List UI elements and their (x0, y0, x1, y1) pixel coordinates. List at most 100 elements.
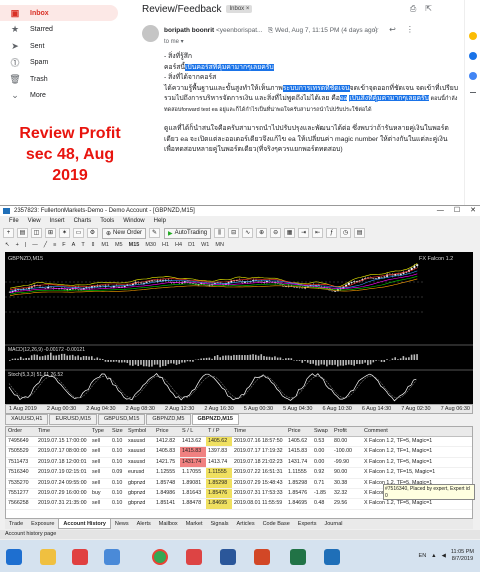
autotrading-button[interactable]: ▶AutoTrading (164, 228, 211, 239)
app-icon-1[interactable] (72, 549, 88, 565)
data-window-icon[interactable]: ⊞ (45, 228, 56, 238)
volume-icon[interactable]: ◀ (442, 553, 446, 559)
print-icon[interactable]: ⎙ (410, 4, 416, 14)
market-watch-icon[interactable]: ◫ (31, 228, 42, 238)
timeframe-mn[interactable]: MN (215, 242, 224, 248)
table-row[interactable]: 74956492019.07.15 17:00:00sell0.10xauusd… (6, 437, 472, 447)
sidebar-item-starred[interactable]: ★Starred (0, 22, 122, 38)
autoscroll-icon[interactable]: ⇥ (298, 228, 309, 238)
timeframe-m15[interactable]: M15 (129, 242, 140, 248)
keep-icon[interactable] (469, 32, 477, 40)
cursor-icon[interactable]: ↖ (5, 242, 10, 248)
chart-tab[interactable]: GBPNZD,M5 (146, 414, 190, 425)
menu-insert[interactable]: Insert (50, 218, 65, 224)
chrome-icon[interactable] (152, 549, 168, 565)
terminal-tab-mailbox[interactable]: Mailbox (155, 519, 182, 529)
column-header-8[interactable]: Time (232, 427, 286, 436)
chart-tab[interactable]: XAUUSD,H1 (5, 414, 48, 425)
table-row[interactable]: 75055292019.07.17 08:00:00sell0.10xauusd… (6, 447, 472, 457)
sidebar-item-spam[interactable]: ⓵Spam (0, 55, 122, 71)
column-header-6[interactable]: S / L (180, 427, 206, 436)
excel-icon[interactable] (290, 549, 306, 565)
word-icon[interactable] (220, 549, 236, 565)
tasks-icon[interactable] (469, 52, 477, 60)
sidebar-item-trash[interactable]: 🗑Trash (0, 71, 122, 87)
tester-icon[interactable]: ⚙ (87, 228, 98, 238)
menu-tools[interactable]: Tools (100, 218, 114, 224)
column-header-5[interactable]: Price (154, 427, 180, 436)
app-icon-2[interactable] (104, 549, 120, 565)
timeframe-d1[interactable]: D1 (188, 242, 195, 248)
menu-help[interactable]: Help (154, 218, 166, 224)
clock[interactable]: 11:05 PM 8/7/2019 (451, 549, 474, 563)
menu-window[interactable]: Window (123, 218, 144, 224)
timeframe-w1[interactable]: W1 (201, 242, 209, 248)
timeframe-m30[interactable]: M30 (145, 242, 156, 248)
timeframe-h1[interactable]: H1 (162, 242, 169, 248)
more-options-icon[interactable]: ⋮ (406, 25, 414, 34)
inbox-label-chip[interactable]: Inbox × (226, 5, 252, 13)
terminal-tab-trade[interactable]: Trade (5, 519, 27, 529)
bar-chart-icon[interactable]: ⫼ (214, 228, 225, 238)
powerpoint-icon[interactable] (254, 549, 270, 565)
column-header-11[interactable]: Profit (332, 427, 362, 436)
column-header-0[interactable]: Order (6, 427, 36, 436)
terminal-tab-market[interactable]: Market (182, 519, 207, 529)
sidebar-item-sent[interactable]: ➤Sent (0, 38, 122, 54)
metatrader-icon[interactable] (324, 549, 340, 565)
text-icon[interactable]: A (72, 242, 76, 248)
terminal-tab-code-base[interactable]: Code Base (259, 519, 294, 529)
line-chart-icon[interactable]: ∿ (242, 228, 253, 238)
file-explorer-icon[interactable] (40, 549, 56, 565)
terminal-tab-account-history[interactable]: Account History (58, 519, 110, 529)
terminal-tab-exposure[interactable]: Exposure (27, 519, 58, 529)
column-header-1[interactable]: Time (36, 427, 90, 436)
new-chart-icon[interactable]: + (3, 228, 14, 238)
trendline-icon[interactable]: ╱ (44, 242, 47, 248)
recipient-toggle[interactable]: to me ▾ (164, 38, 184, 45)
templates-icon[interactable]: ▤ (354, 228, 365, 238)
profiles-icon[interactable]: ▤ (17, 228, 28, 238)
terminal-tab-news[interactable]: News (111, 519, 133, 529)
menu-view[interactable]: View (28, 218, 41, 224)
reply-icon[interactable]: ↩ (389, 25, 396, 34)
menu-file[interactable]: File (9, 218, 19, 224)
table-row[interactable]: 75114732019.07.18 12:00:01sell0.10xauusd… (6, 458, 472, 468)
maximize-icon[interactable]: ☐ (454, 206, 460, 216)
menu-charts[interactable]: Charts (74, 218, 92, 224)
horizontal-line-icon[interactable]: — (32, 242, 38, 248)
terminal-tab-articles[interactable]: Articles (233, 519, 259, 529)
terminal-icon[interactable]: ▭ (73, 228, 84, 238)
indicators-icon[interactable]: ƒ (326, 228, 337, 238)
sidebar-item-more[interactable]: ⌄More (0, 88, 122, 104)
column-header-3[interactable]: Size (110, 427, 126, 436)
metaeditor-icon[interactable]: ✎ (149, 228, 160, 238)
network-icon[interactable]: ▲ (431, 553, 436, 559)
terminal-tab-journal[interactable]: Journal (320, 519, 346, 529)
open-new-window-icon[interactable]: ⇱ (425, 4, 432, 14)
table-row[interactable]: 75163402019.07.19 02:15:01sell0.09eurusd… (6, 468, 472, 478)
table-row[interactable]: 75662582019.07.31 21:35:00sell0.10gbpnzd… (6, 499, 472, 509)
minimize-icon[interactable]: — (437, 206, 444, 216)
label-icon[interactable]: T (81, 242, 84, 248)
calendar-icon[interactable] (469, 72, 477, 80)
column-header-12[interactable]: Comment (362, 427, 470, 436)
timeframe-m5[interactable]: M5 (115, 242, 123, 248)
tile-icon[interactable]: ▦ (284, 228, 295, 238)
chart-tab[interactable]: EURUSD,M15 (49, 414, 96, 425)
timeframe-h4[interactable]: H4 (175, 242, 182, 248)
column-header-2[interactable]: Type (90, 427, 110, 436)
zoom-out-icon[interactable]: ⊖ (270, 228, 281, 238)
column-header-9[interactable]: Price (286, 427, 312, 436)
column-header-4[interactable]: Symbol (126, 427, 154, 436)
chart-tab[interactable]: GBPUSD,M15 (98, 414, 145, 425)
channel-icon[interactable]: ≡ (53, 242, 56, 248)
price-chart[interactable]: GBPNZD,M15 FX Falcon 1.2 MACD(12,26,9) -… (5, 252, 473, 404)
close-icon[interactable]: ✕ (470, 206, 476, 216)
periods-icon[interactable]: ◷ (340, 228, 351, 238)
chart-shift-icon[interactable]: ⇤ (312, 228, 323, 238)
terminal-tab-alerts[interactable]: Alerts (133, 519, 155, 529)
language-indicator[interactable]: EN (419, 553, 427, 559)
add-addon-icon[interactable] (470, 92, 476, 93)
zoom-in-icon[interactable]: ⊕ (256, 228, 267, 238)
